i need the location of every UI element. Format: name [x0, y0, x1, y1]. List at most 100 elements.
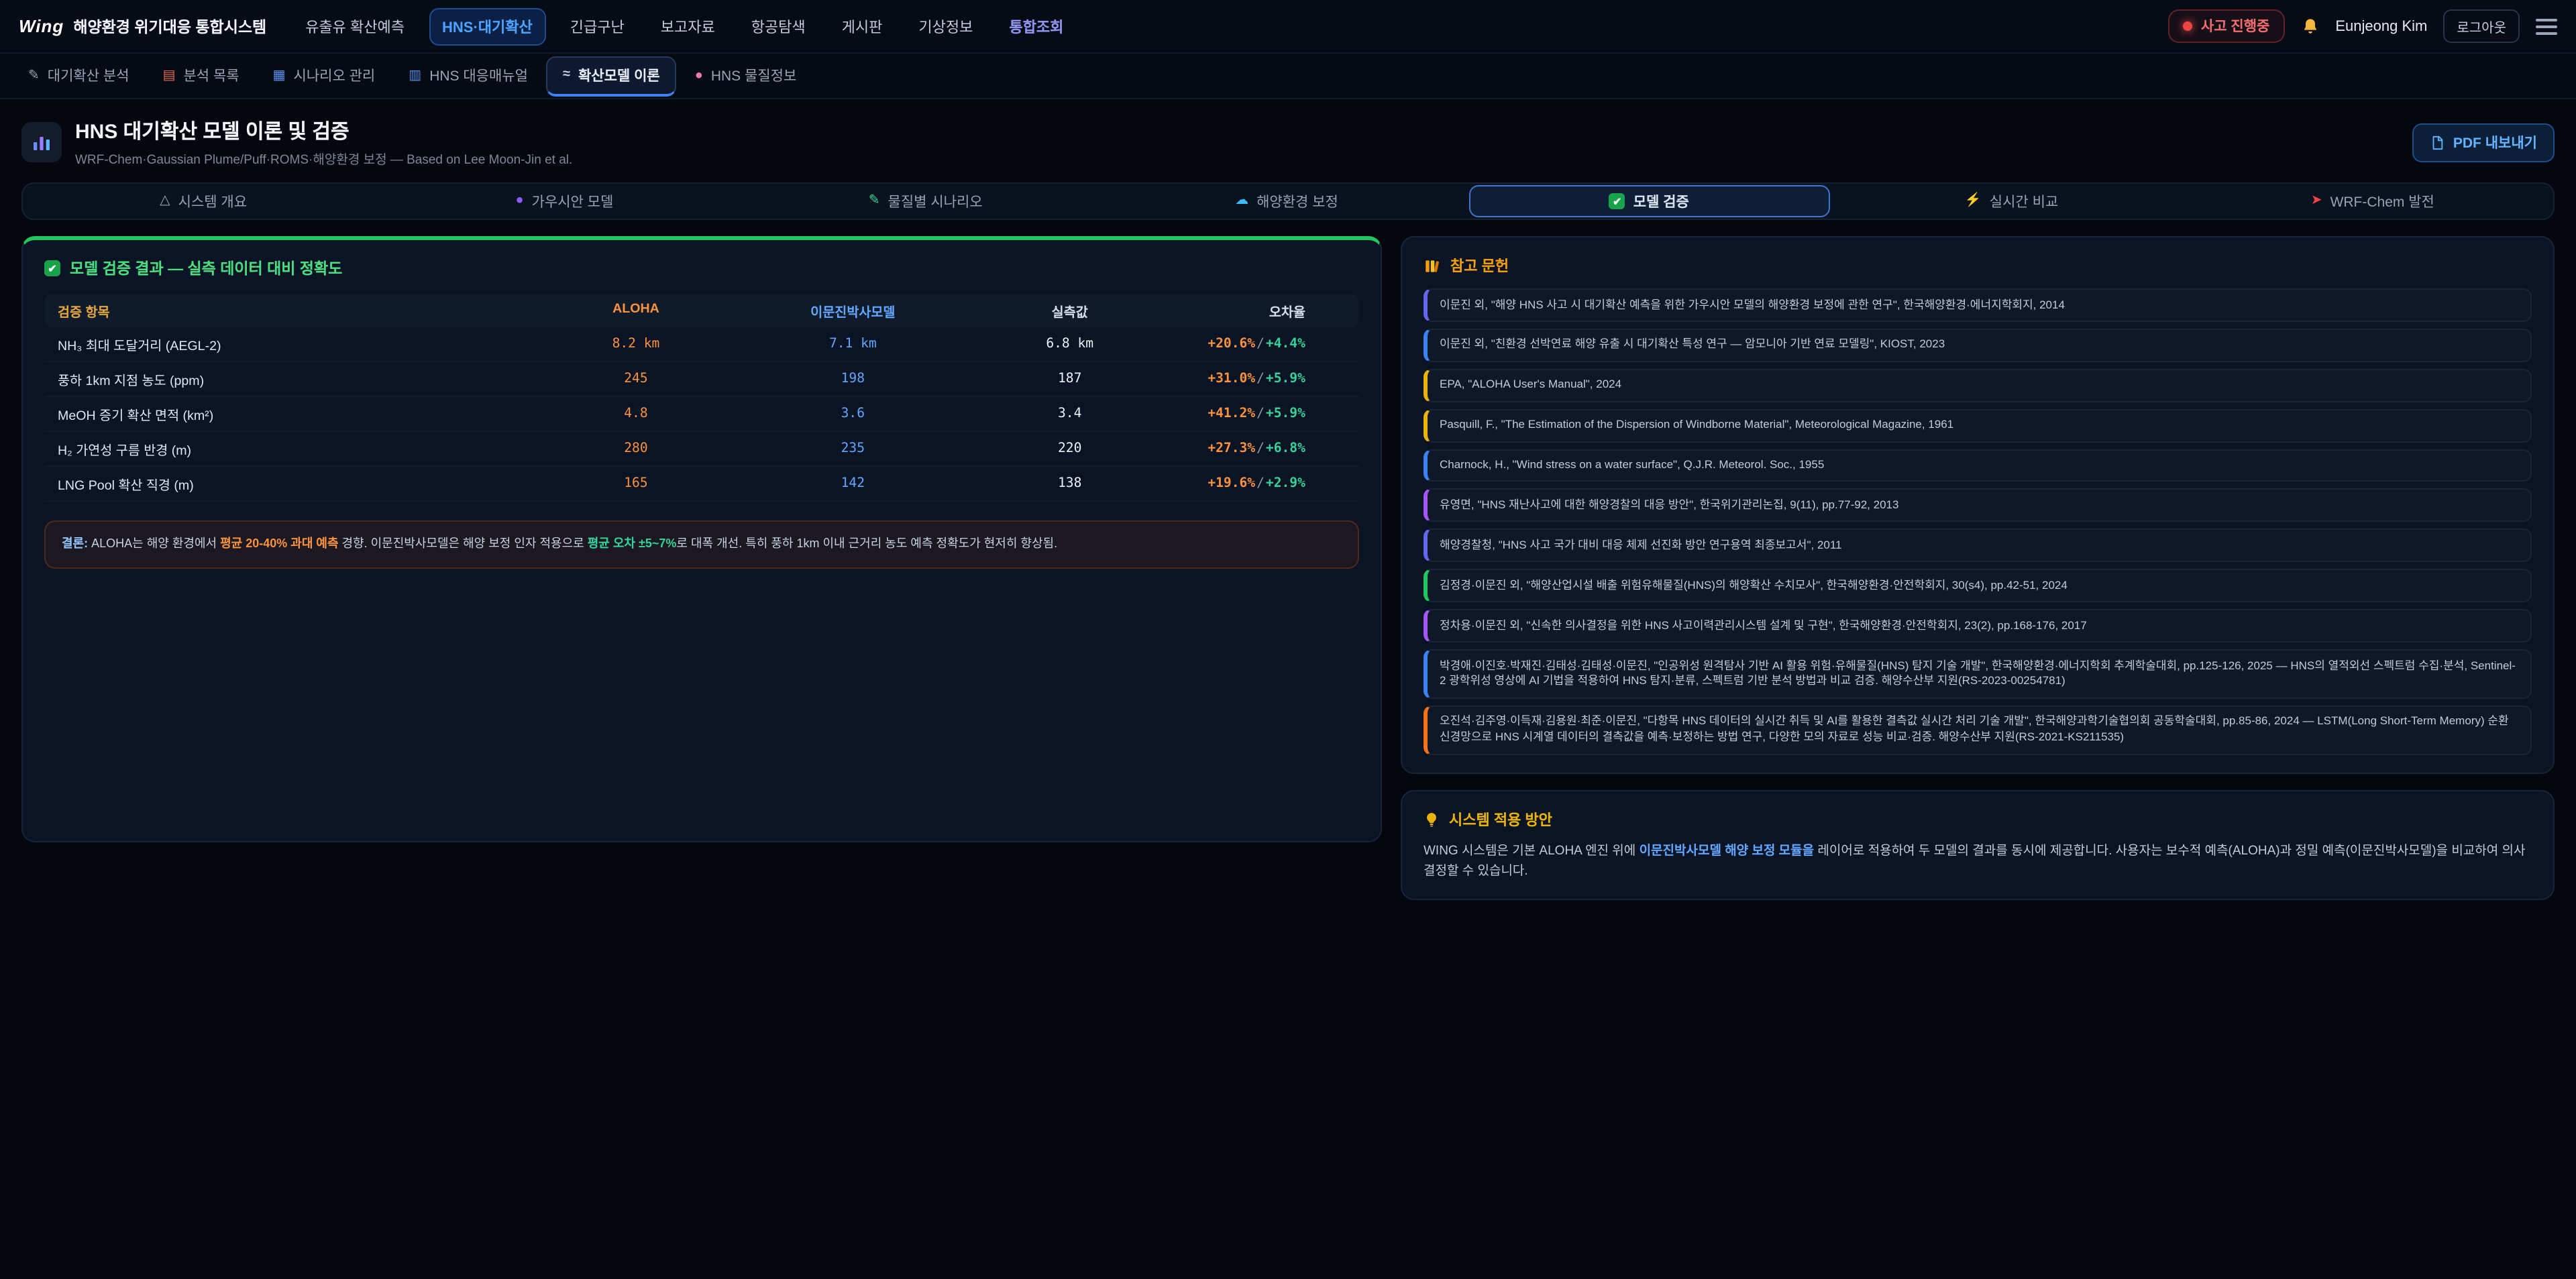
section-tab[interactable]: ✎물질별 시나리오 [747, 185, 1105, 217]
subnav-tab[interactable]: ▦시나리오 관리 [258, 58, 390, 94]
reference-item[interactable]: 오진석·김주영·이득재·김용원·최준·이문진, "다항목 HNS 데이터의 실시… [1424, 706, 2532, 755]
pdf-document-icon [2430, 135, 2445, 150]
main-nav-item[interactable]: 통합조회 [997, 9, 1075, 44]
main-nav-item[interactable]: 항공탐색 [739, 9, 818, 44]
aloha-error-value: +19.6% [1208, 476, 1255, 491]
topnav-right: 사고 진행중 Eunjeong Kim 로그아웃 [2169, 9, 2557, 43]
validation-table-row[interactable]: LNG Pool 확산 직경 (m)165142138+19.6%/+2.9% [44, 467, 1359, 502]
error-rate-cell: +27.3%/+6.8% [1162, 434, 1359, 463]
lee-model-value-cell: 3.6 [728, 399, 977, 429]
alert-pulse-icon [2184, 21, 2193, 31]
reference-item[interactable]: 김정경·이문진 외, "해양산업시설 배출 위험유해물질(HNS)의 해양확산 … [1424, 569, 2532, 602]
note-text-part: 결론: [62, 537, 88, 550]
chart-line-icon: ≈ [563, 68, 570, 82]
section-tab[interactable]: ✔모델 검증 [1468, 185, 1829, 217]
logout-button[interactable]: 로그아웃 [2443, 9, 2520, 43]
aloha-error-value: +20.6% [1208, 337, 1255, 351]
validation-item-cell: NH₃ 최대 도달거리 (AEGL-2) [44, 327, 544, 361]
user-name: Eunjeong Kim [2335, 18, 2427, 34]
validation-table-row[interactable]: 풍하 1km 지점 농도 (ppm)245198187+31.0%/+5.9% [44, 362, 1359, 397]
section-tab-label: 가우시안 모델 [532, 191, 614, 211]
gaussian-model-icon: ● [515, 194, 523, 208]
brand-title: 해양환경 위기대응 통합시스템 [73, 15, 266, 37]
subnav-tab[interactable]: ●HNS 물질정보 [680, 58, 812, 94]
validation-item-cell: 풍하 1km 지점 농도 (ppm) [44, 362, 544, 396]
page-title-block: HNS 대기확산 모델 이론 및 검증 WRF-Chem·Gaussian Pl… [75, 117, 572, 168]
main-nav-item[interactable]: HNS·대기확산 [429, 7, 546, 45]
measured-value-cell: 6.8 km [978, 329, 1162, 359]
note-text-part: 경향. 이문진박사모델은 해양 보정 인자 적용으로 [339, 537, 588, 550]
subnav-tab-label: 분석 목록 [183, 66, 239, 86]
validation-table-row[interactable]: H₂ 가연성 구름 반경 (m)280235220+27.3%/+6.8% [44, 432, 1359, 467]
lee-error-value: +6.8% [1266, 441, 1305, 456]
books-icon [1424, 257, 1441, 274]
aloha-error-value: +41.2% [1208, 406, 1255, 421]
section-tab[interactable]: ● 가우시안 모델 [385, 185, 743, 217]
bell-icon[interactable] [2300, 17, 2319, 36]
section-tab[interactable]: ☁해양환경 보정 [1108, 185, 1466, 217]
notebook-icon: ▤ [163, 69, 176, 82]
reference-item[interactable]: EPA, "ALOHA User's Manual", 2024 [1424, 369, 2532, 402]
brand[interactable]: Wing 해양환경 위기대응 통합시스템 [19, 15, 266, 37]
reference-item[interactable]: 유영면, "HNS 재난사고에 대한 해양경찰의 대응 방안", 한국위기관리논… [1424, 489, 2532, 522]
validation-table-row[interactable]: NH₃ 최대 도달거리 (AEGL-2)8.2 km7.1 km6.8 km+2… [44, 327, 1359, 362]
validation-item-cell: LNG Pool 확산 직경 (m) [44, 467, 544, 500]
section-tab[interactable]: ⚡실시간 비교 [1832, 185, 2190, 217]
main-nav-item[interactable]: 긴급구난 [558, 9, 637, 44]
lee-model-value-cell: 235 [728, 434, 977, 463]
reference-item[interactable]: 해양경찰청, "HNS 사고 국가 대비 대응 체제 선진화 방안 연구용역 최… [1424, 529, 2532, 563]
lee-error-value: +4.4% [1266, 337, 1305, 351]
lee-error-value: +2.9% [1266, 476, 1305, 491]
application-text-part: 이문진박사모델 해양 보정 모듈을 [1640, 843, 1815, 858]
error-rate-cell: +20.6%/+4.4% [1162, 329, 1359, 359]
error-separator: / [1256, 372, 1265, 386]
manual-book-icon: ▥ [409, 69, 421, 82]
aloha-value-cell: 8.2 km [544, 329, 728, 359]
error-rate-cell: +19.6%/+2.9% [1162, 469, 1359, 498]
application-title-row: 시스템 적용 방안 [1424, 808, 2532, 830]
main-nav-item[interactable]: 보고자료 [649, 9, 727, 44]
reference-list: 이문진 외, "해양 HNS 사고 시 대기확산 예측을 위한 가우시안 모델의… [1424, 288, 2532, 755]
table-header-cell: 실측값 [978, 294, 1162, 327]
validation-table-header: 검증 항목ALOHA이문진박사모델실측값오차율 [44, 294, 1359, 327]
reference-item[interactable]: Charnock, H., "Wind stress on a water su… [1424, 449, 2532, 482]
subnav-tab[interactable]: ▤ 분석 목록 [148, 58, 254, 94]
main-nav-item[interactable]: 게시판 [830, 9, 895, 44]
validation-item-cell: H₂ 가연성 구름 반경 (m) [44, 432, 544, 465]
section-tab[interactable]: ➤WRF-Chem 발전 [2194, 185, 2552, 217]
validation-panel: ✔ 모델 검증 결과 — 실측 데이터 대비 정확도 검증 항목ALOHA이문진… [21, 236, 1382, 842]
aloha-value-cell: 165 [544, 469, 728, 498]
brand-logo: Wing [19, 16, 64, 36]
main-nav-item[interactable]: 유출유 확산예측 [293, 9, 417, 44]
pencil-icon: ✎ [28, 69, 40, 82]
subnav-tab[interactable]: ▥HNS 대응매뉴얼 [394, 58, 543, 94]
subnav-tab-label: HNS 물질정보 [711, 66, 796, 86]
aloha-value-cell: 4.8 [544, 399, 728, 429]
subnav-tab[interactable]: ✎대기확산 분석 [13, 58, 144, 94]
subnav-tab[interactable]: ≈확산모델 이론 [547, 56, 676, 96]
incident-status-badge[interactable]: 사고 진행중 [2169, 9, 2284, 43]
application-title: 시스템 적용 방안 [1449, 808, 1552, 830]
pdf-export-button[interactable]: PDF 내보내기 [2413, 123, 2555, 162]
conclusion-note: 결론: ALOHA는 해양 환경에서 평균 20-40% 과대 예측 경향. 이… [44, 520, 1359, 569]
table-header-cell: 오차율 [1162, 294, 1359, 327]
reference-item[interactable]: 이문진 외, "해양 HNS 사고 시 대기확산 예측을 위한 가우시안 모델의… [1424, 288, 2532, 322]
validation-table: 검증 항목ALOHA이문진박사모델실측값오차율 NH₃ 최대 도달거리 (AEG… [44, 294, 1359, 502]
page-subtitle: WRF-Chem·Gaussian Plume/Puff·ROMS·해양환경 보… [75, 149, 572, 168]
app-root: Wing 해양환경 위기대응 통합시스템 유출유 확산예측 HNS·대기확산 긴급구… [0, 0, 2576, 1279]
hamburger-menu-icon[interactable] [2536, 18, 2557, 34]
validation-table-row[interactable]: MeOH 증기 확산 면적 (km²)4.83.63.4+41.2%/+5.9% [44, 397, 1359, 432]
main-content: ✔ 모델 검증 결과 — 실측 데이터 대비 정확도 검증 항목ALOHA이문진… [0, 236, 2576, 900]
note-text-part: 로 대폭 개선. 특히 풍하 1km 이내 근거리 농도 예측 정확도가 현저히… [676, 537, 1057, 550]
error-separator: / [1256, 337, 1265, 351]
main-nav-item[interactable]: 기상정보 [906, 9, 985, 44]
reference-item[interactable]: 박경애·이진호·박재진·김태성·김태성·이문진, "인공위성 원격탐사 기반 A… [1424, 649, 2532, 699]
validation-item-cell: MeOH 증기 확산 면적 (km²) [44, 397, 544, 431]
subnav-tab-label: 시나리오 관리 [294, 66, 376, 86]
application-panel: 시스템 적용 방안 WING 시스템은 기본 ALOHA 엔진 위에 이문진박사… [1401, 789, 2555, 900]
section-tab[interactable]: △시스템 개요 [24, 185, 382, 217]
reference-item[interactable]: 정차용·이문진 외, "신속한 의사결정을 위한 HNS 사고이력관리시스템 설… [1424, 609, 2532, 643]
reference-item[interactable]: 이문진 외, "친환경 선박연료 해양 유출 시 대기확산 특성 연구 — 암모… [1424, 329, 2532, 362]
error-rate-cell: +41.2%/+5.9% [1162, 399, 1359, 429]
reference-item[interactable]: Pasquill, F., "The Estimation of the Dis… [1424, 408, 2532, 442]
